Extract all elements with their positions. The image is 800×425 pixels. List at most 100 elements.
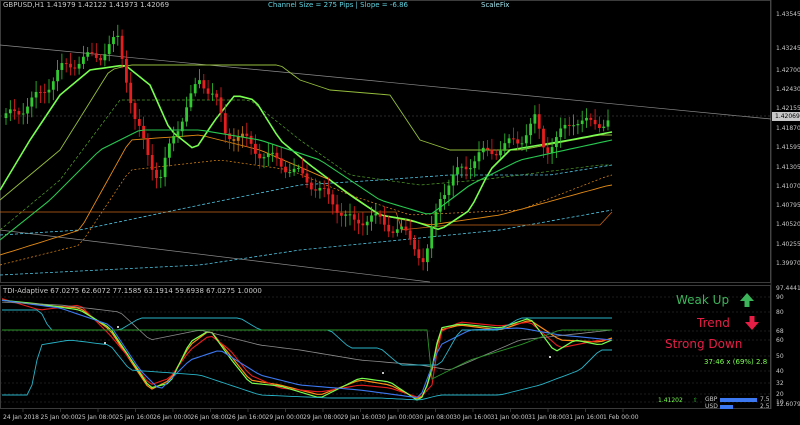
candle-body <box>60 63 64 70</box>
candle-body <box>383 216 386 225</box>
signal-dot <box>117 326 119 328</box>
signal-trend: Trend <box>697 315 760 331</box>
candle-body <box>589 117 593 120</box>
candle-body <box>559 128 563 138</box>
candle-body <box>26 106 29 114</box>
candle-body <box>335 204 339 213</box>
time-axis-label: 25 Jan 08:00 <box>78 414 116 421</box>
candle-body <box>133 103 137 120</box>
candle-body <box>271 152 274 154</box>
strength-bar <box>720 397 757 402</box>
indicator-axis-label: 20 <box>776 391 784 398</box>
candle-body <box>434 211 438 227</box>
candle-body <box>395 229 399 233</box>
candle-body <box>537 114 541 129</box>
candle-body <box>185 107 188 122</box>
time-axis-label: 24 Jan 2018 <box>3 414 39 421</box>
indicator-header: TDI-Adaptive 67.0275 62.6072 77.1585 63.… <box>3 287 262 295</box>
candle-body <box>43 91 47 93</box>
candle-body <box>550 147 554 154</box>
price-axis-label: 1.41070 <box>776 183 800 190</box>
price-axis-label: 1.39970 <box>776 260 800 267</box>
time-axis-label: 30 Jan 08:00 <box>416 414 454 421</box>
down-arrow-icon <box>744 316 759 330</box>
time-axis-label: 26 Jan 00:00 <box>153 414 191 421</box>
indicator-bottom-badge: 12.6079 <box>776 401 800 408</box>
candle-body <box>176 131 180 136</box>
price-axis-label: 1.40255 <box>776 241 800 248</box>
candle-body <box>309 182 313 190</box>
candle-body <box>236 136 240 141</box>
candle-body <box>17 111 21 115</box>
candle-body <box>447 185 451 196</box>
candle-body <box>421 258 425 263</box>
price-axis-label: 1.41595 <box>776 144 800 151</box>
candle-body <box>494 154 498 156</box>
indicator-pane[interactable] <box>0 285 771 409</box>
candle-body <box>82 56 85 64</box>
candle-body <box>464 166 468 170</box>
strength-bar <box>720 404 733 409</box>
price-axis-label: 1.42155 <box>776 105 800 112</box>
candle-body <box>206 88 210 94</box>
time-axis-label: 29 Jan 08:00 <box>303 414 341 421</box>
candle-body <box>120 35 124 59</box>
candle-body <box>370 215 373 222</box>
indicator-axis-label: 32 <box>776 380 784 387</box>
indicator-axis-label: 90 <box>776 294 784 301</box>
candle-body <box>426 248 429 263</box>
candle-body <box>99 57 102 61</box>
candle-body <box>150 155 154 170</box>
channel-info: Channel Size = 275 Pips | Slope = -6.86 <box>268 1 408 9</box>
candle-body <box>47 89 51 93</box>
candle-body <box>193 84 197 94</box>
candle-body <box>542 128 545 148</box>
candle-body <box>598 124 601 129</box>
currency-strength: GBP 7.5 USD 2.5 <box>705 396 770 410</box>
candle-body <box>322 187 326 189</box>
candle-body <box>563 124 567 129</box>
candle-body <box>430 226 434 249</box>
candle-body <box>357 219 360 224</box>
candle-body <box>279 158 283 167</box>
price-axis: 1.43545 1.43245 1.42700 1.42430 1.42155 1.418… <box>776 11 800 267</box>
candle-body <box>249 135 253 144</box>
candle-body <box>516 139 520 144</box>
candle-body <box>391 231 395 233</box>
time-axis-label: 29 Jan 16:00 <box>341 414 379 421</box>
chart-canvas[interactable]: 1.43545 1.43245 1.42700 1.42430 1.42155 1.418… <box>0 0 800 425</box>
currency-value: 7.5 <box>760 396 770 403</box>
candle-body <box>211 93 214 95</box>
candle-body <box>125 58 128 83</box>
currency-name: USD <box>705 403 718 410</box>
candle-body <box>314 189 317 191</box>
signal-dot <box>382 372 384 374</box>
candle-body <box>155 169 158 179</box>
price-axis-label: 1.42430 <box>776 86 800 93</box>
candle-body <box>56 69 59 82</box>
strong-down-label: Strong Down <box>665 337 743 351</box>
candle-body <box>266 153 270 158</box>
price-axis-label: 1.40520 <box>776 221 800 228</box>
symbol-header: GBPUSD,H1 1.41979 1.42122 1.41973 1.4206… <box>3 1 170 9</box>
candle-body <box>69 63 72 68</box>
time-axis-label: 25 Jan 16:00 <box>116 414 154 421</box>
price-axis-label: 1.40795 <box>776 202 800 209</box>
candle-body <box>168 143 171 158</box>
candle-body <box>572 125 575 127</box>
candle-body <box>172 135 176 144</box>
currency-name: GBP <box>705 396 718 403</box>
candle-body <box>340 212 343 216</box>
signal-weak-up: Weak Up <box>676 292 755 308</box>
candle-body <box>520 143 524 145</box>
candle-body <box>202 80 206 89</box>
candle-body <box>499 150 502 156</box>
candle-body <box>481 147 485 153</box>
candle-body <box>198 80 201 85</box>
candle-body <box>146 138 150 156</box>
candle-body <box>374 213 378 216</box>
candle-body <box>387 224 391 232</box>
scalefix-button[interactable]: ScaleFix <box>481 1 509 9</box>
candle-body <box>64 63 68 65</box>
candle-timer: 37:46 x (69%) 2.8 <box>704 358 768 366</box>
